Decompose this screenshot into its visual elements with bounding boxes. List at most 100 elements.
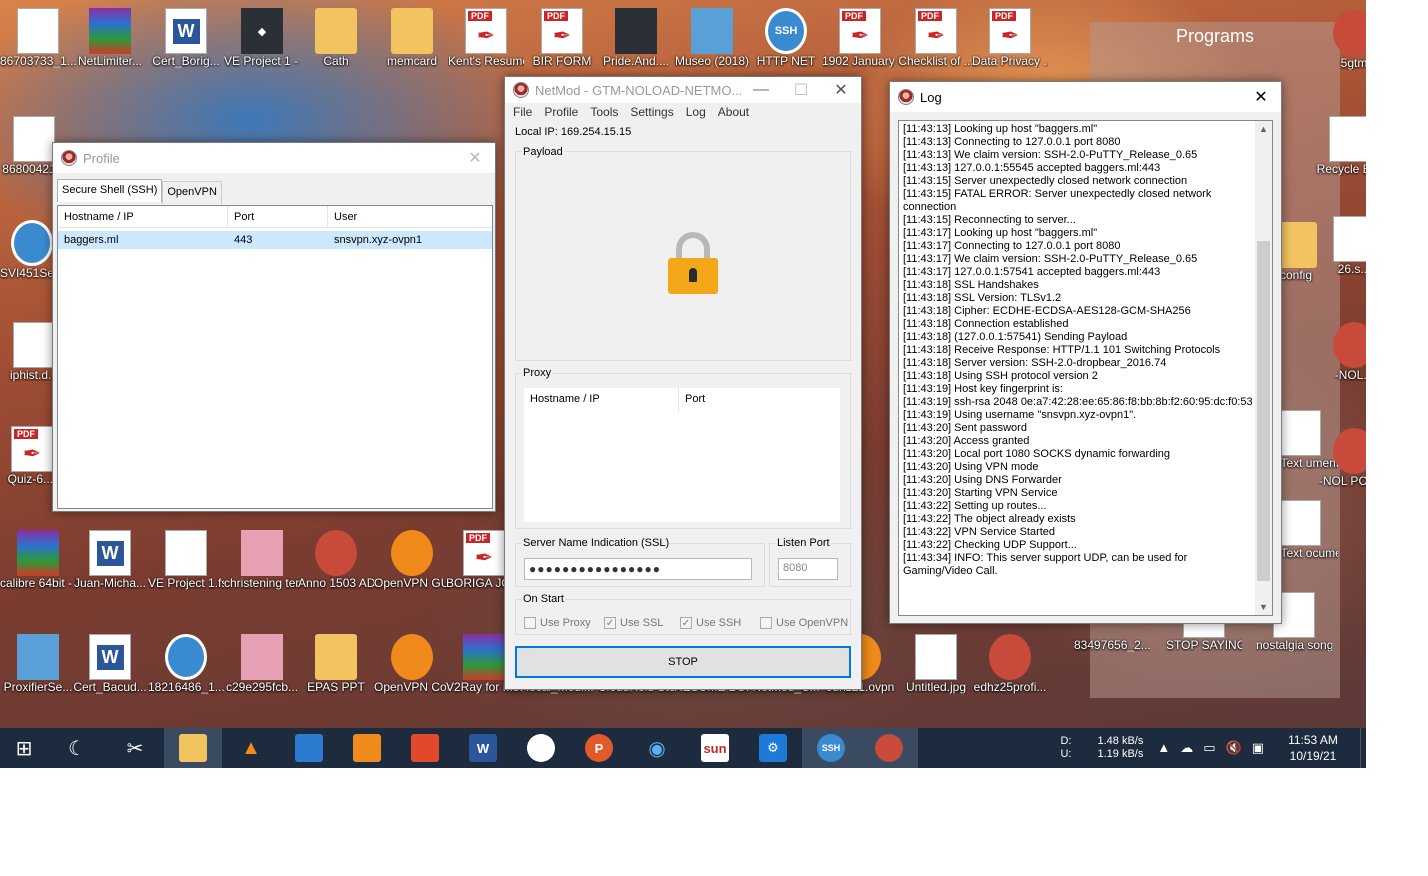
desktop-icon[interactable]: ProxifierSe...: [0, 634, 76, 694]
proxy-list[interactable]: Hostname / IP Port: [524, 388, 840, 522]
tab-openvpn[interactable]: OpenVPN: [162, 181, 222, 204]
taskbar-app[interactable]: ⚙: [744, 728, 802, 768]
profile-list[interactable]: Hostname / IP Port User baggers.ml 443 s…: [57, 205, 493, 509]
log-scrollbar[interactable]: ▲ ▼: [1255, 121, 1272, 615]
menu-about[interactable]: About: [712, 103, 755, 123]
desktop-icon[interactable]: 26.s...: [1316, 216, 1366, 276]
log-textarea[interactable]: [11:43:13] Looking up host "baggers.ml"[…: [898, 120, 1273, 616]
volume-muted-icon[interactable]: 🔇: [1226, 740, 1242, 756]
desktop-icon[interactable]: Cert_Bacud...: [72, 634, 148, 694]
desktop-icon[interactable]: edhz25profi...: [972, 634, 1048, 694]
start-button[interactable]: ⊞: [0, 728, 48, 768]
table-row[interactable]: baggers.ml 443 snsvpn.xyz-ovpn1: [58, 231, 492, 249]
desktop-icon[interactable]: Museo (2018): [674, 8, 750, 68]
menu-file[interactable]: File: [507, 103, 538, 123]
use-ssl-checkbox[interactable]: ✓ Use SSL: [604, 617, 663, 629]
stop-button[interactable]: STOP: [515, 646, 851, 678]
uc-browser-icon: [353, 734, 381, 762]
word-icon: [89, 634, 131, 680]
desktop-icon[interactable]: Cath: [298, 8, 374, 68]
scroll-up-icon[interactable]: ▲: [1255, 121, 1272, 137]
taskbar-app[interactable]: P: [570, 728, 628, 768]
sni-input[interactable]: ●●●●●●●●●●●●●●●●: [524, 558, 752, 580]
desktop-icon[interactable]: Anno 1503 AD: [298, 530, 374, 590]
taskbar-app[interactable]: [338, 728, 396, 768]
desktop-icon[interactable]: -NOL PC-X...: [1316, 428, 1366, 488]
log-line: [11:43:22] The object already exists: [903, 513, 1076, 525]
column-port[interactable]: Port: [228, 206, 328, 227]
column-user[interactable]: User: [328, 206, 492, 227]
taskbar-app[interactable]: SSH: [802, 728, 860, 768]
battery-icon[interactable]: ▭: [1203, 740, 1215, 756]
use-proxy-checkbox[interactable]: Use Proxy: [524, 617, 591, 629]
taskbar-app[interactable]: W: [454, 728, 512, 768]
menu-log[interactable]: Log: [680, 103, 712, 123]
desktop-icon[interactable]: Checklist of ...: [898, 8, 974, 68]
listen-port-input[interactable]: 8080: [778, 558, 838, 580]
use-ssh-checkbox[interactable]: ✓ Use SSH: [680, 617, 741, 629]
close-button[interactable]: ✕: [821, 77, 861, 103]
show-desktop-button[interactable]: [1360, 728, 1366, 768]
tab-ssh[interactable]: Secure Shell (SSH): [57, 179, 163, 202]
scroll-down-icon[interactable]: ▼: [1255, 599, 1272, 615]
desktop-icon[interactable]: calibre 64bit - E-book m...: [0, 530, 76, 590]
desktop-icon[interactable]: Recycle Bi...: [1312, 116, 1366, 176]
desktop-icon[interactable]: Untitled.jpg: [898, 634, 974, 694]
desktop-icon[interactable]: BIR FORM: [524, 8, 600, 68]
column-proxy-hostname[interactable]: Hostname / IP: [524, 388, 679, 412]
desktop-icon[interactable]: memcard: [374, 8, 450, 68]
taskbar-app[interactable]: ▲: [222, 728, 280, 768]
chevron-up-icon[interactable]: ▲: [1157, 740, 1170, 756]
menu-profile[interactable]: Profile: [538, 103, 584, 123]
desktop-icon[interactable]: 1902 January NCS...: [822, 8, 898, 68]
desktop-icon[interactable]: Data Privacy ...: [972, 8, 1048, 68]
desktop-icon[interactable]: 5gtm: [1316, 10, 1366, 70]
use-openvpn-checkbox[interactable]: Use OpenVPN: [760, 617, 848, 629]
desktop-icon[interactable]: NetLimiter...: [72, 8, 148, 68]
netmod-app-icon: [61, 150, 77, 166]
tool-icon: [1333, 10, 1366, 56]
taskbar-app[interactable]: [280, 728, 338, 768]
desktop-icon[interactable]: SSH HTTP NET: [748, 8, 824, 68]
desktop-icon[interactable]: Kent's Resume.p...: [448, 8, 524, 68]
taskbar-app[interactable]: sun: [686, 728, 744, 768]
desktop-icon[interactable]: OpenVPN Connect: [374, 634, 450, 694]
taskbar-app[interactable]: [860, 728, 918, 768]
desktop-icon[interactable]: Pride.And....: [598, 8, 674, 68]
taskbar-app[interactable]: ◉: [628, 728, 686, 768]
desktop-icon[interactable]: c29e295fcb...: [224, 634, 300, 694]
column-hostname[interactable]: Hostname / IP: [58, 206, 228, 227]
taskbar-app[interactable]: ☾: [48, 728, 106, 768]
maximize-button[interactable]: ☐: [781, 77, 821, 103]
desktop-icon[interactable]: 83497656_2...: [1074, 638, 1150, 652]
desktop-icon[interactable]: OpenVPN GUI: [374, 530, 450, 590]
desktop-icon[interactable]: christening template ...: [224, 530, 300, 590]
clock[interactable]: 11:53 AM 10/19/21: [1278, 732, 1348, 764]
close-button[interactable]: ✕: [455, 143, 495, 173]
desktop-icon[interactable]: 86703733_1...: [0, 8, 76, 68]
desktop-icon[interactable]: Cert_Borig...: [148, 8, 224, 68]
column-proxy-port[interactable]: Port: [679, 388, 839, 412]
netmod-titlebar[interactable]: NetMod - GTM-NOLOAD-NETMO... — ☐ ✕: [505, 77, 861, 103]
close-button[interactable]: ✕: [1241, 82, 1281, 112]
desktop-icon[interactable]: Juan-Micha...: [72, 530, 148, 590]
desktop-icon[interactable]: EPAS PPT: [298, 634, 374, 694]
taskbar-app[interactable]: [396, 728, 454, 768]
taskbar-app[interactable]: [164, 728, 222, 768]
taskbar-app[interactable]: ✂: [106, 728, 164, 768]
desktop-icon[interactable]: VE Project 1.fsthumb: [148, 530, 224, 590]
network-icon[interactable]: ▣: [1252, 740, 1264, 756]
minimize-button[interactable]: —: [741, 77, 781, 103]
cloud-icon[interactable]: ☁: [1180, 740, 1193, 756]
desktop-icon[interactable]: -NOL...: [1316, 322, 1366, 382]
desktop-icon[interactable]: ◆VE Project 1 - Copy.wfp: [224, 8, 300, 68]
log-titlebar[interactable]: Log ✕: [890, 82, 1281, 112]
taskbar-app[interactable]: [512, 728, 570, 768]
netmod-app-icon: [513, 82, 529, 98]
scroll-thumb[interactable]: [1257, 241, 1270, 581]
profile-titlebar[interactable]: Profile ✕: [53, 143, 495, 173]
menu-settings[interactable]: Settings: [624, 103, 679, 123]
taskbar: ⊞ ☾ ✂ ▲ W P ◉ sun ⚙ SSH D: U: 1.48 kB/s 1.…: [0, 728, 1366, 768]
menu-tools[interactable]: Tools: [584, 103, 624, 123]
desktop-icon[interactable]: 18216486_1...: [148, 634, 224, 694]
